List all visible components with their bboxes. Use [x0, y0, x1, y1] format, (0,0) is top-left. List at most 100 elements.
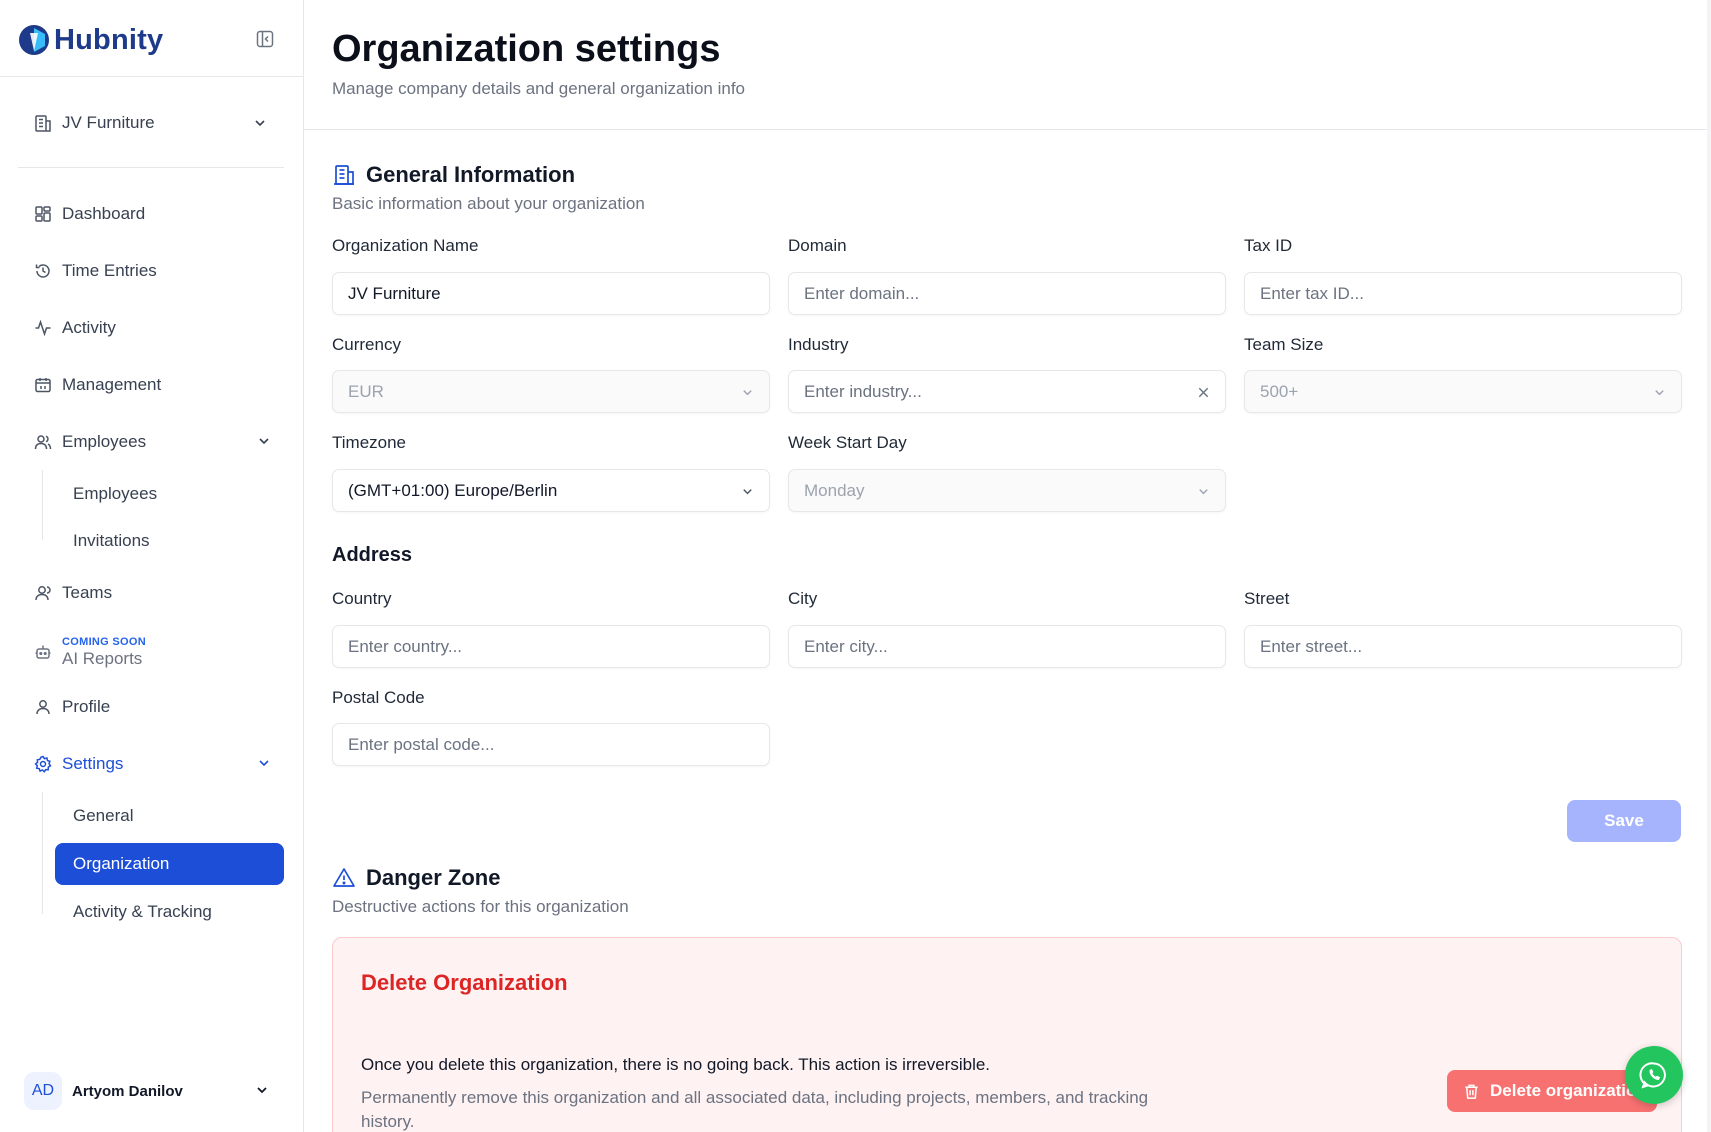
country-field[interactable]: [332, 625, 770, 668]
section-title: Danger Zone: [366, 865, 501, 890]
avatar: AD: [24, 1072, 62, 1110]
building-icon: [334, 165, 354, 185]
domain-input[interactable]: [804, 283, 1184, 304]
user-group-icon: [33, 583, 53, 603]
country-label: Country: [332, 589, 392, 608]
chevron-down-icon: [255, 120, 265, 127]
timezone-value: (GMT+01:00) Europe/Berlin: [348, 480, 558, 500]
chevron-down-icon: [1655, 390, 1664, 396]
week-start-select[interactable]: Monday: [788, 469, 1226, 512]
main-content: Organization settings Manage company det…: [304, 0, 1711, 1132]
sidebar-item-label: Settings: [62, 754, 124, 773]
postal-code-input[interactable]: [348, 734, 728, 755]
delete-warning-text: Once you delete this organization, there…: [361, 1055, 991, 1074]
org-name-label: Organization Name: [332, 236, 479, 255]
sidebar-item-profile[interactable]: Profile: [18, 687, 284, 727]
users-icon: [33, 432, 53, 452]
sidebar-item-label: Management: [62, 375, 162, 394]
danger-zone-header: Danger Zone: [332, 865, 500, 891]
industry-label: Industry: [788, 335, 849, 354]
industry-combobox[interactable]: [788, 370, 1226, 413]
sidebar-item-label: Dashboard: [62, 204, 146, 223]
chevron-down-icon: [1199, 489, 1208, 495]
chevron-down-icon: [259, 438, 269, 445]
address-title: Address: [332, 544, 413, 566]
brand[interactable]: Hubnity: [18, 20, 163, 60]
week-start-label: Week Start Day: [788, 433, 907, 452]
sidebar-subitem-activity-tracking[interactable]: Activity & Tracking: [55, 892, 284, 932]
street-field[interactable]: [1244, 625, 1682, 668]
history-icon: [33, 261, 53, 281]
section-title: General Information: [366, 162, 576, 187]
sidebar-item-label: Employees: [62, 432, 147, 451]
sidebar-item-employees[interactable]: Employees: [18, 422, 284, 462]
currency-label: Currency: [332, 335, 401, 354]
sidebar-divider: [18, 167, 284, 168]
domain-field[interactable]: [788, 272, 1226, 315]
street-input[interactable]: [1260, 636, 1640, 657]
sidebar-subitem-label: Organization: [73, 854, 170, 873]
sidebar-subitem-general[interactable]: General: [55, 796, 284, 836]
tax-id-input[interactable]: [1260, 283, 1640, 304]
general-info-header: General Information: [332, 162, 575, 188]
sidebar-item-settings[interactable]: Settings: [18, 744, 284, 784]
team-size-value: 500+: [1260, 381, 1299, 401]
sidebar-item-ai-reports: COMING SOON AI Reports: [18, 630, 284, 674]
sidebar-collapse-icon[interactable]: [255, 29, 275, 49]
user-menu[interactable]: AD Artyom Danilov: [24, 1072, 284, 1110]
calendar-icon: [33, 375, 53, 395]
sidebar-item-dashboard[interactable]: Dashboard: [18, 194, 284, 234]
sidebar-item-activity[interactable]: Activity: [18, 308, 284, 348]
city-input[interactable]: [804, 636, 1184, 657]
whatsapp-chat-button[interactable]: [1625, 1046, 1683, 1104]
tax-id-label: Tax ID: [1244, 236, 1293, 255]
delete-organization-card: Delete Organization Once you delete this…: [332, 937, 1682, 1132]
sidebar-subitem-invitations[interactable]: Invitations: [55, 521, 284, 561]
city-label: City: [788, 589, 818, 608]
page-subtitle: Manage company details and general organ…: [332, 79, 745, 98]
coming-soon-badge: COMING SOON: [62, 635, 146, 648]
org-name-input[interactable]: [348, 283, 728, 304]
org-name-field[interactable]: [332, 272, 770, 315]
timezone-label: Timezone: [332, 433, 407, 452]
delete-description-text: Permanently remove this organization and…: [361, 1088, 1149, 1131]
clear-icon[interactable]: [1196, 385, 1211, 400]
city-field[interactable]: [788, 625, 1226, 668]
timezone-select[interactable]: (GMT+01:00) Europe/Berlin: [332, 469, 770, 512]
sidebar-subitem-employees[interactable]: Employees: [55, 474, 284, 514]
postal-code-label: Postal Code: [332, 688, 425, 707]
currency-select[interactable]: EUR: [332, 370, 770, 413]
sidebar-item-label: Teams: [62, 583, 113, 602]
hubnity-logo-icon: [19, 25, 49, 55]
sidebar-item-label: Profile: [62, 697, 111, 716]
user-name: Artyom Danilov: [72, 1082, 183, 1100]
gear-icon: [33, 754, 53, 774]
sidebar-subitem-organization[interactable]: Organization: [55, 843, 284, 885]
user-icon: [33, 697, 53, 717]
brand-name: Hubnity: [54, 23, 164, 56]
tax-id-field[interactable]: [1244, 272, 1682, 315]
postal-code-field[interactable]: [332, 723, 770, 766]
header-divider: [304, 129, 1711, 130]
sidebar: Hubnity JV Furniture Dashboard Time Entr…: [0, 0, 304, 1132]
sidebar-item-time-entries[interactable]: Time Entries: [18, 251, 284, 291]
trash-icon: [1465, 1084, 1478, 1099]
submenu-guide-line: [42, 470, 43, 540]
activity-pulse-icon: [33, 318, 53, 338]
chevron-down-icon: [743, 390, 752, 396]
save-button[interactable]: Save: [1567, 800, 1681, 842]
team-size-select[interactable]: 500+: [1244, 370, 1682, 413]
industry-input[interactable]: [804, 381, 1184, 402]
sidebar-item-management[interactable]: Management: [18, 365, 284, 405]
country-input[interactable]: [348, 636, 728, 657]
currency-value: EUR: [348, 381, 384, 401]
week-start-value: Monday: [804, 480, 865, 500]
org-selector[interactable]: JV Furniture: [18, 104, 284, 142]
sidebar-item-label: Time Entries: [62, 261, 157, 280]
building-icon: [35, 115, 51, 132]
sidebar-item-teams[interactable]: Teams: [18, 573, 284, 613]
section-subtitle: Destructive actions for this organizatio…: [332, 897, 629, 916]
sidebar-item-label: Activity: [62, 318, 116, 337]
sidebar-subitem-label: Invitations: [73, 531, 150, 550]
scrollbar-track[interactable]: [1707, 0, 1711, 1132]
